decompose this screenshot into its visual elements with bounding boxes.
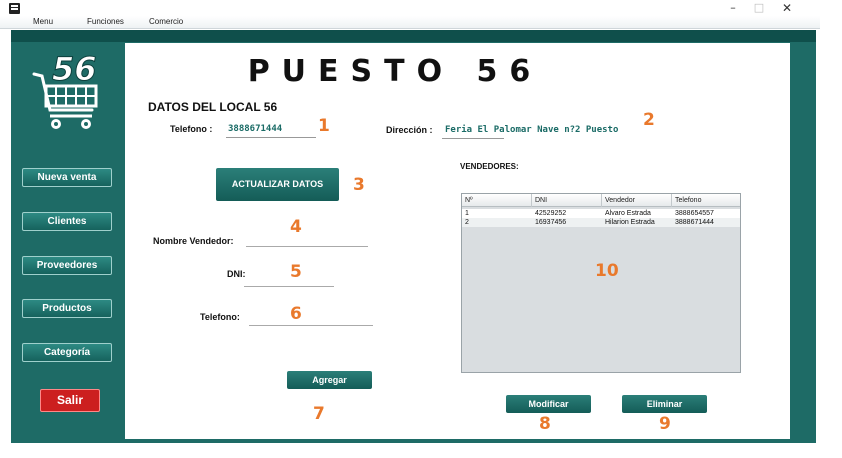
table-cell: 42529252 xyxy=(535,210,567,217)
frame-header-strip xyxy=(11,30,816,42)
nueva-venta-button[interactable]: Nueva venta xyxy=(22,168,112,187)
eliminar-button[interactable]: Eliminar xyxy=(622,395,707,413)
dni-input[interactable] xyxy=(244,271,334,287)
table-cell: 2 xyxy=(465,219,469,226)
app-window: – □ ✕ Menu Funciones Comercio 56 Nueva v… xyxy=(0,0,842,458)
table-cell: 3888671444 xyxy=(675,219,714,226)
annotation-10: 10 xyxy=(595,261,619,281)
annotation-6: 6 xyxy=(290,304,302,324)
annotation-3: 3 xyxy=(353,175,365,195)
nombre-vendedor-input[interactable] xyxy=(246,231,368,247)
local-address-label: Dirección : xyxy=(386,125,433,135)
telefono-label: Telefono: xyxy=(200,312,240,322)
vendors-heading: VENDEDORES: xyxy=(460,162,519,171)
close-button[interactable]: ✕ xyxy=(774,0,800,16)
menu-item-funciones[interactable]: Funciones xyxy=(87,17,124,26)
annotation-9: 9 xyxy=(659,414,671,434)
shopping-cart-icon: 56 xyxy=(32,50,98,129)
menu-item-comercio[interactable]: Comercio xyxy=(149,17,183,26)
local-phone-underline xyxy=(226,137,316,138)
table-cell: 3888654557 xyxy=(675,210,714,217)
vendors-table[interactable]: Nº DNI Vendedor Telefono 1 42529252 Alva… xyxy=(461,193,741,373)
page-title: PUESTO 56 xyxy=(247,54,543,89)
proveedores-button[interactable]: Proveedores xyxy=(22,256,112,275)
column-header-num[interactable]: Nº xyxy=(462,194,532,207)
title-bar: – □ ✕ xyxy=(0,0,842,16)
column-header-dni[interactable]: DNI xyxy=(532,194,602,207)
local-phone-value[interactable]: 3888671444 xyxy=(228,124,282,134)
column-header-vendedor[interactable]: Vendedor xyxy=(602,194,672,207)
annotation-8: 8 xyxy=(539,414,551,434)
minimize-button[interactable]: – xyxy=(720,0,746,16)
table-cell: Alvaro Estrada xyxy=(605,210,651,217)
local-phone-label: Telefono : xyxy=(170,124,213,134)
maximize-button[interactable]: □ xyxy=(746,0,772,16)
annotation-7: 7 xyxy=(313,404,325,424)
menu-bar: Menu Funciones Comercio xyxy=(0,16,820,29)
table-cell: Hilarion Estrada xyxy=(605,219,655,226)
table-header: Nº DNI Vendedor Telefono xyxy=(462,194,740,207)
local-address-underline xyxy=(442,138,504,139)
actualizar-datos-button[interactable]: ACTUALIZAR DATOS xyxy=(216,168,339,201)
nombre-vendedor-label: Nombre Vendedor: xyxy=(153,236,234,246)
annotation-5: 5 xyxy=(290,262,302,282)
salir-button[interactable]: Salir xyxy=(40,389,100,412)
table-cell: 16937456 xyxy=(535,219,567,226)
annotation-4: 4 xyxy=(290,217,302,237)
local-address-value[interactable]: Feria El Palomar Nave n?2 Puesto xyxy=(445,125,618,135)
app-icon xyxy=(9,3,20,14)
table-cell: 1 xyxy=(465,210,469,217)
column-header-telefono[interactable]: Telefono xyxy=(672,194,740,207)
logo: 56 xyxy=(30,50,110,135)
productos-button[interactable]: Productos xyxy=(22,299,112,318)
agregar-button[interactable]: Agregar xyxy=(287,371,372,389)
logo-number: 56 xyxy=(52,50,97,88)
table-row[interactable]: 1 42529252 Alvaro Estrada 3888654557 xyxy=(462,209,740,218)
categoria-button[interactable]: Categoría xyxy=(22,343,112,362)
annotation-1: 1 xyxy=(318,116,330,136)
annotation-2: 2 xyxy=(643,110,655,130)
local-data-heading: DATOS DEL LOCAL 56 xyxy=(148,100,278,114)
menu-item-menu[interactable]: Menu xyxy=(33,17,53,26)
clientes-button[interactable]: Clientes xyxy=(22,212,112,231)
modificar-button[interactable]: Modificar xyxy=(506,395,591,413)
dni-label: DNI: xyxy=(227,269,246,279)
telefono-input[interactable] xyxy=(249,310,373,326)
table-row[interactable]: 2 16937456 Hilarion Estrada 3888671444 xyxy=(462,218,740,227)
